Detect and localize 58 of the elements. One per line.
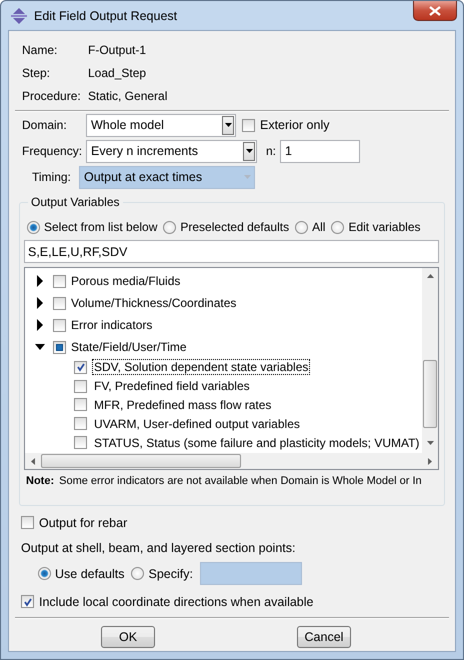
radio-button[interactable]: Edit variables (331, 220, 420, 234)
check-icon (22, 596, 32, 606)
field-label: Procedure: (22, 88, 82, 102)
field-value: Static, General (88, 88, 168, 102)
rebar-checkbox[interactable]: Output for rebar (15, 514, 449, 531)
section-points-label: Output at shell, beam, and layered section points: (21, 540, 296, 554)
scroll-thumb[interactable] (41, 454, 241, 468)
field-label: Timing: (31, 170, 72, 184)
window-title: Edit Field Output Request (34, 8, 178, 22)
exterior-only-checkbox[interactable]: Exterior only (242, 118, 330, 132)
variables-input-field[interactable]: S,E,LE,U,RF,SDV (24, 240, 439, 263)
diamond-arrows-icon (10, 6, 28, 24)
tree-item[interactable]: FV, Predefined field variables (74, 378, 252, 394)
specify-input-field[interactable] (200, 562, 302, 585)
scroll-up-icon[interactable] (426, 274, 434, 278)
field-value: F-Output-1 (88, 42, 146, 56)
radio-button[interactable]: All (295, 220, 326, 234)
group-title: Output Variables (28, 195, 122, 209)
caret-icon (224, 123, 232, 127)
scroll-left-icon[interactable] (31, 458, 35, 464)
field-label: n: (266, 144, 276, 158)
note-text: Some error indicators are not available when Domain is Whole Model or In (59, 475, 422, 487)
tree-item[interactable]: UVARM, User-defined output variables (74, 416, 302, 432)
radio-button[interactable]: Use defaults (38, 566, 124, 580)
tree-item[interactable]: MFR, Predefined mass flow rates (74, 396, 274, 413)
radio-button[interactable]: Preselected defaults (163, 220, 290, 234)
field-label: Name: (22, 42, 58, 56)
expand-triangle-icon[interactable] (35, 275, 45, 287)
n-input-field[interactable]: 1 (280, 140, 360, 162)
tree-item[interactable]: State/Field/User/Time (53, 340, 187, 354)
scroll-right-icon[interactable] (428, 458, 432, 464)
horizontal-scrollbar[interactable] (25, 453, 438, 469)
ok-button[interactable]: OK (101, 626, 155, 648)
radio-button[interactable]: Select from list below (27, 220, 158, 234)
domain-dropdown[interactable]: Whole model (86, 114, 236, 136)
expand-triangle-icon[interactable] (35, 297, 45, 309)
radio-button[interactable]: Specify: (131, 566, 193, 580)
field-value: Load_Step (88, 66, 146, 80)
cancel-button[interactable]: Cancel (297, 626, 351, 648)
field-label: Frequency: (22, 144, 84, 158)
caret-icon (244, 175, 250, 179)
tree-item[interactable]: Error indicators (53, 318, 152, 332)
tree-item[interactable]: Volume/Thickness/Coordinates (53, 296, 236, 310)
tree-item[interactable]: Porous media/Fluids (53, 274, 180, 288)
close-button[interactable] (413, 1, 457, 21)
field-label: Domain: (22, 118, 68, 132)
caret-icon (246, 149, 252, 153)
check-icon (76, 362, 86, 372)
tree-item[interactable]: STATUS, Status (some failure and plasticity models; VUMAT) (74, 434, 422, 451)
scroll-down-icon[interactable] (426, 441, 434, 445)
expand-triangle-icon[interactable] (35, 319, 45, 331)
frequency-dropdown[interactable]: Every n increments (86, 140, 257, 162)
vertical-scrollbar[interactable] (422, 268, 438, 453)
close-icon (429, 6, 441, 16)
note-label: Note: (26, 475, 54, 487)
scroll-thumb[interactable] (423, 360, 437, 428)
field-label: Step: (22, 66, 52, 80)
local-coordinates-checkbox[interactable]: Include local coordinate directions when available (15, 593, 449, 610)
